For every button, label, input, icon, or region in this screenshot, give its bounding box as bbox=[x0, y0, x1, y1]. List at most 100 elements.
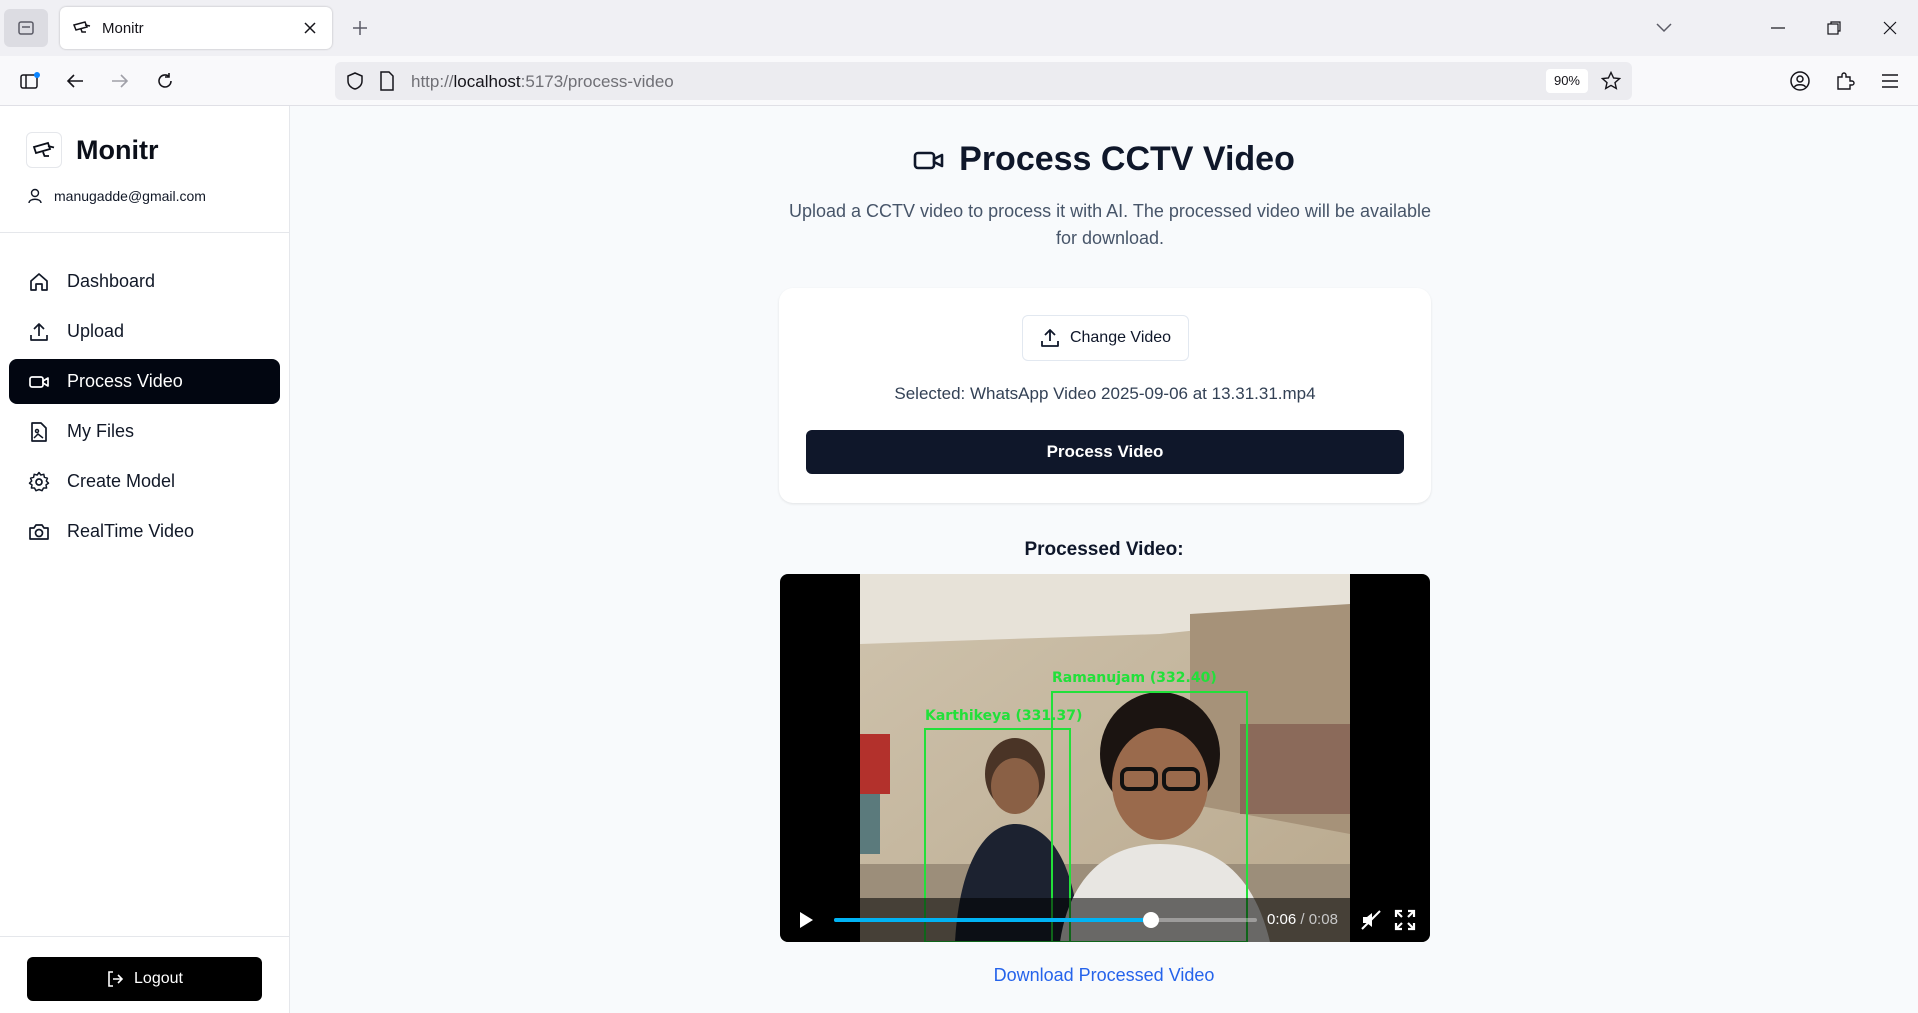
sidebar-item-my-files[interactable]: My Files bbox=[9, 409, 280, 454]
cctv-logo-icon bbox=[26, 132, 62, 168]
video-controls: 0:06 / 0:08 bbox=[780, 898, 1430, 942]
url-scheme: http:// bbox=[411, 72, 454, 91]
processed-video-player[interactable]: Karthikeya (331.37) Ramanujam (332.40) 0… bbox=[780, 574, 1430, 942]
restore-icon bbox=[1827, 21, 1841, 35]
back-button[interactable] bbox=[58, 64, 92, 98]
plus-icon bbox=[353, 21, 367, 35]
extensions-button[interactable] bbox=[1828, 64, 1862, 98]
reload-button[interactable] bbox=[148, 64, 182, 98]
video-frame: Karthikeya (331.37) Ramanujam (332.40) bbox=[860, 574, 1350, 942]
selected-file-text: Selected: WhatsApp Video 2025-09-06 at 1… bbox=[894, 384, 1316, 403]
tab-close-icon[interactable] bbox=[300, 18, 320, 38]
page-title-text: Process CCTV Video bbox=[959, 140, 1295, 178]
page-description: Upload a CCTV video to process it with A… bbox=[789, 201, 1431, 248]
download-processed-video-link[interactable]: Download Processed Video bbox=[290, 965, 1918, 986]
shield-icon[interactable] bbox=[345, 71, 365, 96]
url-host: localhost bbox=[453, 72, 521, 91]
browser-tab[interactable]: Monitr bbox=[60, 7, 332, 49]
video-current-time: 0:06 bbox=[1267, 911, 1297, 928]
logout-label: Logout bbox=[134, 970, 183, 987]
video-camera-icon bbox=[27, 370, 51, 394]
brand[interactable]: Monitr bbox=[26, 132, 158, 168]
browser-tab-bar: Monitr bbox=[0, 0, 1918, 56]
play-icon[interactable] bbox=[796, 910, 816, 930]
url-path: :5173/process-video bbox=[520, 72, 674, 91]
chevron-down-icon bbox=[1656, 23, 1672, 33]
sidebar-toggle-button[interactable] bbox=[13, 64, 47, 98]
logout-icon bbox=[108, 971, 124, 987]
tab-title: Monitr bbox=[102, 19, 144, 37]
sidebar-item-label: Create Model bbox=[67, 471, 176, 491]
account-button[interactable] bbox=[1783, 64, 1817, 98]
page-title: Process CCTV Video bbox=[290, 140, 1918, 179]
sidebar-item-create-model[interactable]: Create Model bbox=[9, 459, 280, 504]
video-seek-thumb[interactable] bbox=[1143, 912, 1160, 928]
cctv-favicon-icon bbox=[72, 21, 91, 33]
video-camera-icon bbox=[913, 147, 945, 173]
restore-button[interactable] bbox=[1806, 0, 1862, 56]
sidebar-divider bbox=[0, 232, 289, 233]
reload-icon bbox=[158, 73, 172, 88]
detection-label-karthikeya: Karthikeya (331.37) bbox=[925, 708, 1082, 724]
sidebar-menu: Dashboard Upload Process Video My Files … bbox=[9, 259, 280, 559]
sidebar-item-process-video[interactable]: Process Video bbox=[9, 359, 280, 404]
upload-icon bbox=[27, 320, 51, 344]
logout-button[interactable]: Logout bbox=[27, 957, 262, 1001]
forward-button[interactable] bbox=[103, 64, 137, 98]
sidebar-item-upload[interactable]: Upload bbox=[9, 309, 280, 354]
menu-button[interactable] bbox=[1873, 64, 1907, 98]
video-time: 0:06 / 0:08 bbox=[1267, 911, 1338, 928]
video-progress-fill bbox=[834, 918, 1152, 922]
tab-list-button[interactable] bbox=[4, 9, 48, 47]
video-time-separator: / bbox=[1296, 911, 1309, 928]
close-window-button[interactable] bbox=[1862, 0, 1918, 56]
page-icon[interactable] bbox=[379, 71, 395, 96]
arrow-right-icon bbox=[112, 74, 129, 88]
brand-name: Monitr bbox=[76, 134, 159, 165]
home-icon bbox=[27, 270, 51, 294]
fullscreen-icon[interactable] bbox=[1394, 909, 1416, 931]
close-icon bbox=[1883, 21, 1897, 35]
url-bar[interactable]: http://localhost:5173/process-video 90% bbox=[335, 62, 1632, 100]
sidebar-item-realtime-video[interactable]: RealTime Video bbox=[9, 509, 280, 554]
processed-video-heading: Processed Video: bbox=[1024, 539, 1184, 560]
main-content: Process CCTV Video Upload a CCTV video t… bbox=[290, 106, 1918, 1013]
sidebar-item-dashboard[interactable]: Dashboard bbox=[9, 259, 280, 304]
change-video-button[interactable]: Change Video bbox=[1022, 315, 1189, 361]
user-info: manugadde@gmail.com bbox=[28, 188, 206, 204]
sidebar-item-label: Process Video bbox=[67, 371, 183, 391]
url-text[interactable]: http://localhost:5173/process-video bbox=[411, 72, 674, 92]
user-email: manugadde@gmail.com bbox=[54, 188, 206, 204]
sidebar-item-label: RealTime Video bbox=[67, 521, 195, 541]
zoom-level-badge[interactable]: 90% bbox=[1545, 69, 1588, 93]
sidebar-icon bbox=[20, 72, 40, 89]
bookmark-star-icon[interactable] bbox=[1598, 68, 1624, 94]
account-icon bbox=[1790, 71, 1810, 91]
upload-card: Change Video Selected: WhatsApp Video 20… bbox=[779, 288, 1431, 503]
detection-label-ramanujam: Ramanujam (332.40) bbox=[1052, 670, 1217, 686]
process-video-button[interactable]: Process Video bbox=[806, 430, 1404, 474]
camera-icon bbox=[27, 520, 51, 544]
minimize-button[interactable] bbox=[1750, 0, 1806, 56]
video-seek-bar[interactable] bbox=[834, 912, 1257, 928]
upload-icon bbox=[1041, 329, 1059, 347]
user-icon bbox=[28, 188, 42, 204]
sidebar-item-label: Dashboard bbox=[67, 271, 156, 291]
minimize-icon bbox=[1771, 27, 1785, 29]
video-duration: 0:08 bbox=[1308, 911, 1338, 928]
list-all-tabs-button[interactable] bbox=[1636, 0, 1692, 56]
browser-nav-bar: http://localhost:5173/process-video 90% bbox=[0, 56, 1918, 106]
sidebar-bottom-divider bbox=[0, 936, 289, 937]
gear-icon bbox=[27, 470, 51, 494]
sidebar-item-label: My Files bbox=[67, 421, 134, 441]
new-tab-button[interactable] bbox=[346, 14, 374, 42]
app-sidebar: Monitr manugadde@gmail.com Dashboard Upl… bbox=[0, 106, 290, 1013]
arrow-left-icon bbox=[66, 74, 83, 88]
sidebar-item-label: Upload bbox=[67, 321, 125, 341]
file-image-icon bbox=[27, 420, 51, 444]
muted-speaker-icon[interactable] bbox=[1360, 909, 1382, 931]
puzzle-icon bbox=[1837, 72, 1855, 90]
tab-list-icon bbox=[18, 21, 34, 35]
hamburger-icon bbox=[1882, 74, 1898, 88]
change-video-label: Change Video bbox=[1069, 329, 1172, 346]
